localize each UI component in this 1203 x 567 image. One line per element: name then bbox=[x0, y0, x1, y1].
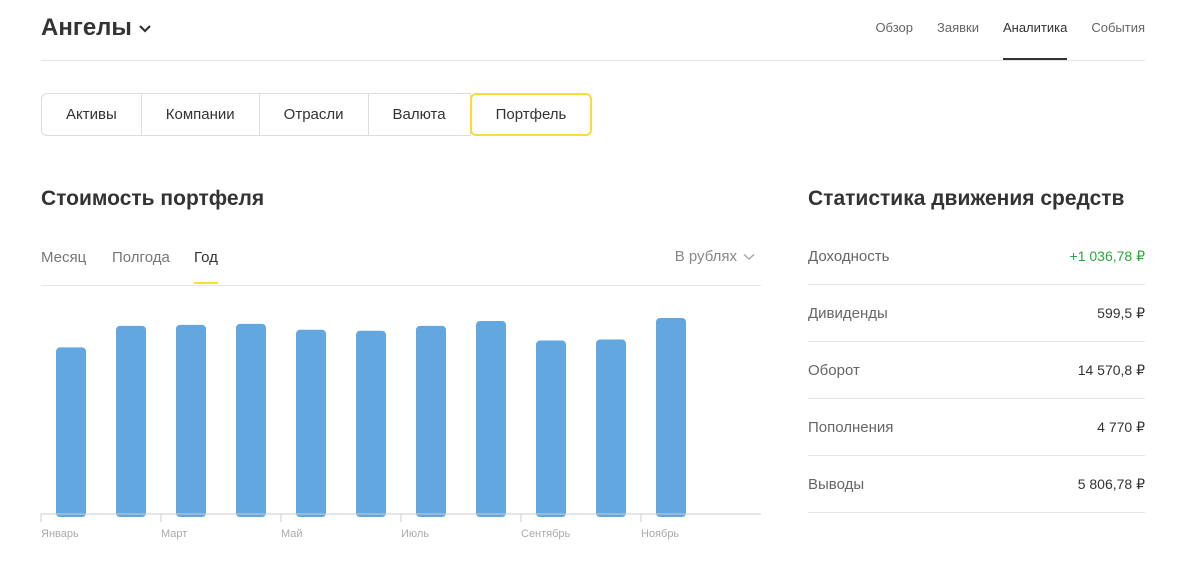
chart-bar-4[interactable] bbox=[236, 323, 266, 517]
chevron-down-icon bbox=[743, 253, 755, 260]
portfolio-switcher[interactable]: Ангелы bbox=[41, 14, 152, 42]
stats-value: 14 570,8 ₽ bbox=[1077, 361, 1145, 378]
period-tabs: Месяц Полгода Год В рублях bbox=[41, 240, 761, 286]
chart-bar-6[interactable] bbox=[356, 330, 386, 517]
chart-bar-11[interactable] bbox=[656, 318, 686, 517]
currency-select[interactable]: В рублях bbox=[675, 248, 755, 265]
stats-value: 4 770 ₽ bbox=[1097, 418, 1145, 435]
x-tick-label: Ноябрь bbox=[641, 528, 679, 540]
top-nav: Обзор Заявки Аналитика События bbox=[875, 0, 1145, 60]
stats-row-yield: Доходность +1 036,78 ₽ bbox=[808, 228, 1145, 285]
stats-value: +1 036,78 ₽ bbox=[1069, 247, 1145, 264]
segment-industries[interactable]: Отрасли bbox=[258, 93, 369, 136]
stats-row-withdrawals: Выводы 5 806,78 ₽ bbox=[808, 456, 1145, 513]
stats-row-turnover: Оборот 14 570,8 ₽ bbox=[808, 342, 1145, 399]
stats-label: Выводы bbox=[808, 475, 865, 493]
chevron-down-icon bbox=[138, 24, 152, 34]
chart-bar-7[interactable] bbox=[416, 325, 446, 517]
stats-value: 599,5 ₽ bbox=[1097, 304, 1145, 321]
nav-analytics[interactable]: Аналитика bbox=[1002, 0, 1068, 60]
cashflow-stats-title: Статистика движения средств bbox=[808, 187, 1125, 210]
chart-bar-5[interactable] bbox=[296, 329, 326, 517]
x-tick-label: Январь bbox=[41, 528, 79, 540]
portfolio-value-chart: Январь Март Май Июль Сентябрь Ноябрь bbox=[40, 318, 761, 540]
chart-bar-8[interactable] bbox=[476, 320, 506, 517]
page-title: Ангелы bbox=[41, 14, 132, 41]
x-tick-label: Март bbox=[161, 528, 187, 540]
stats-label: Дивиденды bbox=[808, 304, 888, 322]
segment-assets[interactable]: Активы bbox=[41, 93, 142, 136]
segment-companies[interactable]: Компании bbox=[140, 93, 260, 136]
nav-events[interactable]: События bbox=[1091, 0, 1145, 60]
portfolio-value-title: Стоимость портфеля bbox=[41, 187, 265, 210]
cashflow-stats-list: Доходность +1 036,78 ₽ Дивиденды 599,5 ₽… bbox=[808, 228, 1145, 513]
period-tab-year[interactable]: Год bbox=[194, 248, 218, 284]
chart-bar-2[interactable] bbox=[116, 325, 146, 517]
x-tick-label: Май bbox=[281, 528, 303, 540]
nav-orders[interactable]: Заявки bbox=[937, 0, 979, 60]
analytics-segments: Активы Компании Отрасли Валюта Портфель bbox=[41, 93, 593, 136]
period-tab-month[interactable]: Месяц bbox=[41, 248, 86, 284]
stats-row-dividends: Дивиденды 599,5 ₽ bbox=[808, 285, 1145, 342]
chart-bar-1[interactable] bbox=[56, 347, 86, 517]
period-tab-half-year[interactable]: Полгода bbox=[112, 248, 170, 284]
nav-overview[interactable]: Обзор bbox=[875, 0, 913, 60]
stats-label: Пополнения bbox=[808, 418, 894, 436]
x-tick-label: Июль bbox=[401, 528, 429, 540]
chart-bar-9[interactable] bbox=[536, 340, 566, 517]
stats-label: Доходность bbox=[808, 247, 890, 265]
currency-select-label: В рублях bbox=[674, 248, 737, 265]
segment-portfolio[interactable]: Портфель bbox=[469, 93, 593, 136]
chart-bar-10[interactable] bbox=[596, 339, 626, 517]
x-tick-label: Сентябрь bbox=[521, 528, 571, 540]
segment-currency[interactable]: Валюта bbox=[367, 93, 471, 136]
chart-bar-3[interactable] bbox=[176, 324, 206, 517]
stats-row-deposits: Пополнения 4 770 ₽ bbox=[808, 399, 1145, 456]
header: Ангелы Обзор Заявки Аналитика События bbox=[41, 0, 1145, 61]
stats-label: Оборот bbox=[808, 361, 860, 379]
stats-value: 5 806,78 ₽ bbox=[1077, 475, 1145, 492]
